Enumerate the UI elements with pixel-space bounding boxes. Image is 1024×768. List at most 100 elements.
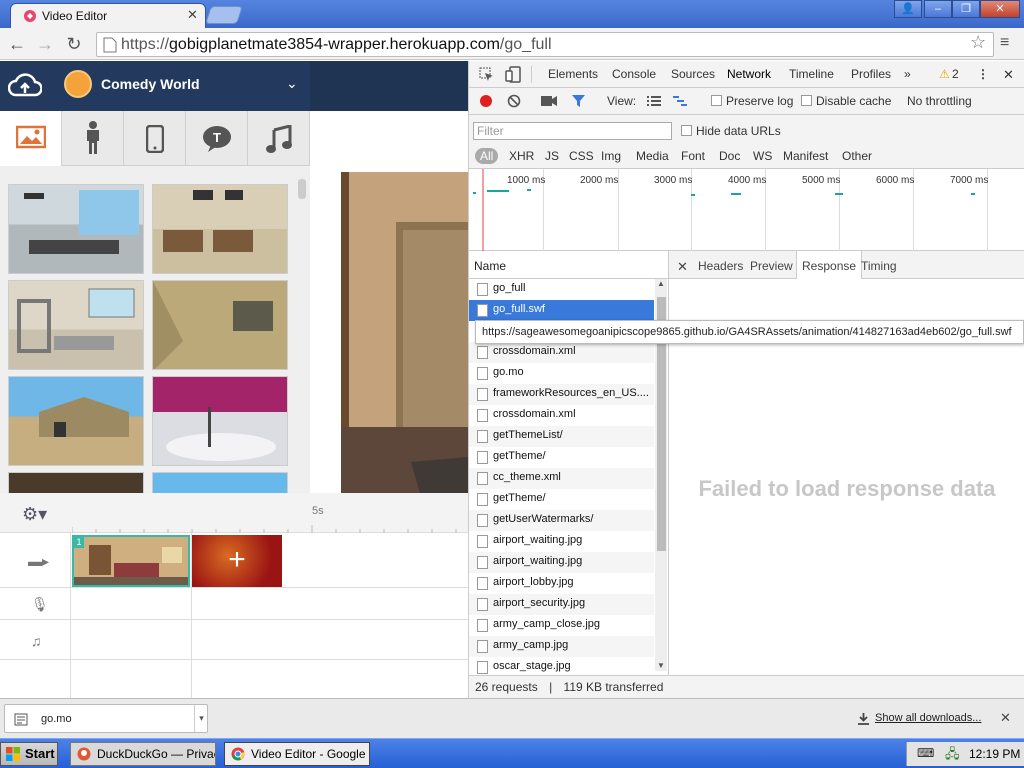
forward-arrow-icon[interactable]: → <box>34 33 56 55</box>
thumbnail-oscar-stage[interactable] <box>152 376 288 466</box>
type-filter-ws[interactable]: WS <box>753 149 772 163</box>
thumbnail-scrollbar[interactable] <box>298 179 306 199</box>
thumbnail-army-camp[interactable] <box>8 376 144 466</box>
tab-elements[interactable]: Elements <box>548 67 598 81</box>
tab-sounds[interactable] <box>248 111 310 166</box>
request-row[interactable]: getTheme/ <box>469 447 654 468</box>
request-row[interactable]: go.mo <box>469 363 654 384</box>
scroll-down-arrow-icon[interactable]: ▼ <box>657 661 665 670</box>
network-overview[interactable]: 1000 ms 2000 ms 3000 ms 4000 ms 5000 ms … <box>469 169 1024 251</box>
request-row[interactable]: go_full <box>469 279 654 300</box>
start-button[interactable]: Start <box>0 742 58 766</box>
tab-close-icon[interactable]: ✕ <box>187 7 198 23</box>
hide-data-urls-checkbox[interactable]: Hide data URLs <box>681 124 781 138</box>
request-row[interactable]: airport_waiting.jpg <box>469 531 654 552</box>
request-row[interactable]: crossdomain.xml <box>469 342 654 363</box>
tab-headers[interactable]: Headers <box>698 259 743 273</box>
reload-icon[interactable]: ↻ <box>63 33 85 55</box>
device-mode-icon[interactable] <box>505 66 521 83</box>
devtools-menu-icon[interactable]: ⋮ <box>977 67 989 81</box>
request-row[interactable]: cc_theme.xml <box>469 468 654 489</box>
downloads-close-icon[interactable]: ✕ <box>1000 710 1011 726</box>
request-row[interactable]: getThemeList/ <box>469 426 654 447</box>
type-filter-font[interactable]: Font <box>681 149 705 163</box>
minimize-button[interactable]: – <box>924 0 952 18</box>
type-filter-img[interactable]: Img <box>601 149 621 163</box>
type-filter-other[interactable]: Other <box>842 149 872 163</box>
request-row[interactable]: getTheme/ <box>469 489 654 510</box>
large-rows-icon[interactable] <box>647 96 661 107</box>
preserve-log-checkbox[interactable]: Preserve log <box>711 94 793 108</box>
tab-response[interactable]: Response <box>796 251 863 279</box>
filter-icon[interactable] <box>571 94 586 108</box>
tab-backgrounds[interactable] <box>0 111 62 166</box>
request-row[interactable]: army_camp_close.jpg <box>469 615 654 636</box>
more-tabs-icon[interactable]: » <box>904 67 911 81</box>
tab-sources[interactable]: Sources <box>671 67 715 81</box>
show-all-downloads-link[interactable]: Show all downloads... <box>875 712 981 724</box>
thumbnail-army-camp-close[interactable] <box>152 280 288 370</box>
theme-name[interactable]: Comedy World <box>101 76 200 92</box>
clear-icon[interactable] <box>507 94 521 108</box>
download-item[interactable]: go.mo ▾ <box>4 704 208 733</box>
disable-cache-checkbox[interactable]: Disable cache <box>801 94 891 108</box>
browser-tab[interactable]: Video Editor ✕ <box>10 3 206 28</box>
type-filter-doc[interactable]: Doc <box>719 149 740 163</box>
waterfall-overview-icon[interactable] <box>673 96 687 107</box>
tab-timeline[interactable]: Timeline <box>789 67 834 81</box>
add-scene-button[interactable]: + <box>192 535 282 587</box>
scroll-up-arrow-icon[interactable]: ▲ <box>657 279 665 288</box>
thumbnail-airport-waiting[interactable] <box>8 184 144 274</box>
tab-console[interactable]: Console <box>612 67 656 81</box>
request-row[interactable]: frameworkResources_en_US.... <box>469 384 654 405</box>
back-arrow-icon[interactable]: ← <box>6 33 28 55</box>
taskbar-item-duckduckgo[interactable]: DuckDuckGo — Privac... <box>70 742 216 766</box>
thumbnail-airport-security[interactable] <box>8 280 144 370</box>
inspect-element-icon[interactable] <box>479 67 494 82</box>
type-filter-media[interactable]: Media <box>636 149 669 163</box>
request-row[interactable]: airport_security.jpg <box>469 594 654 615</box>
download-menu-arrow-icon[interactable]: ▾ <box>194 705 208 732</box>
new-tab-button[interactable] <box>205 6 243 24</box>
tab-preview[interactable]: Preview <box>750 259 793 273</box>
window-close-button[interactable]: ✕ <box>980 0 1020 18</box>
bookmark-star-icon[interactable]: ☆ <box>970 32 986 53</box>
user-profile-icon[interactable]: 👤 <box>894 0 922 18</box>
tab-props[interactable] <box>124 111 186 166</box>
scene-clip-1[interactable]: 1 <box>72 535 190 587</box>
record-icon[interactable] <box>479 94 493 108</box>
cloud-upload-icon[interactable] <box>8 71 42 99</box>
filter-input[interactable]: Filter <box>473 122 672 140</box>
devtools-close-icon[interactable]: ✕ <box>1003 67 1014 83</box>
restore-button[interactable]: ❐ <box>952 0 980 18</box>
gear-icon[interactable]: ⚙▾ <box>22 504 47 525</box>
chevron-down-icon[interactable]: ⌄ <box>286 75 298 92</box>
request-row[interactable]: crossdomain.xml <box>469 405 654 426</box>
detail-close-icon[interactable]: ✕ <box>677 259 688 275</box>
request-row[interactable]: getUserWatermarks/ <box>469 510 654 531</box>
type-filter-all[interactable]: All <box>475 148 499 164</box>
type-filter-css[interactable]: CSS <box>569 149 594 163</box>
name-column-header[interactable]: Name <box>469 251 669 279</box>
tab-text[interactable]: T <box>186 111 248 166</box>
tab-profiles[interactable]: Profiles <box>851 67 891 81</box>
throttling-select[interactable]: No throttling <box>907 94 972 108</box>
type-filter-js[interactable]: JS <box>545 149 559 163</box>
request-row[interactable]: airport_lobby.jpg <box>469 573 654 594</box>
scene-preview[interactable] <box>341 172 468 497</box>
request-row-selected[interactable]: go_full.swf <box>469 300 654 321</box>
warning-icon[interactable]: ⚠ <box>939 67 950 81</box>
tab-characters[interactable] <box>62 111 124 166</box>
network-icon[interactable]: 🖧 <box>945 745 960 767</box>
type-filter-xhr[interactable]: XHR <box>509 149 534 163</box>
type-filter-manifest[interactable]: Manifest <box>783 149 828 163</box>
request-row[interactable]: oscar_stage.jpg <box>469 657 654 675</box>
tab-network[interactable]: Network <box>727 67 771 81</box>
thumbnail-airport-lobby[interactable] <box>152 184 288 274</box>
request-row[interactable]: army_camp.jpg <box>469 636 654 657</box>
omnibox[interactable]: https://gobigplanetmate3854-wrapper.hero… <box>96 32 994 57</box>
browser-menu-icon[interactable]: ≡ <box>1000 34 1009 52</box>
keyboard-icon[interactable]: ⌨ <box>917 746 934 760</box>
request-row[interactable]: airport_waiting.jpg <box>469 552 654 573</box>
taskbar-item-video-editor[interactable]: Video Editor - Google ... <box>224 742 370 766</box>
